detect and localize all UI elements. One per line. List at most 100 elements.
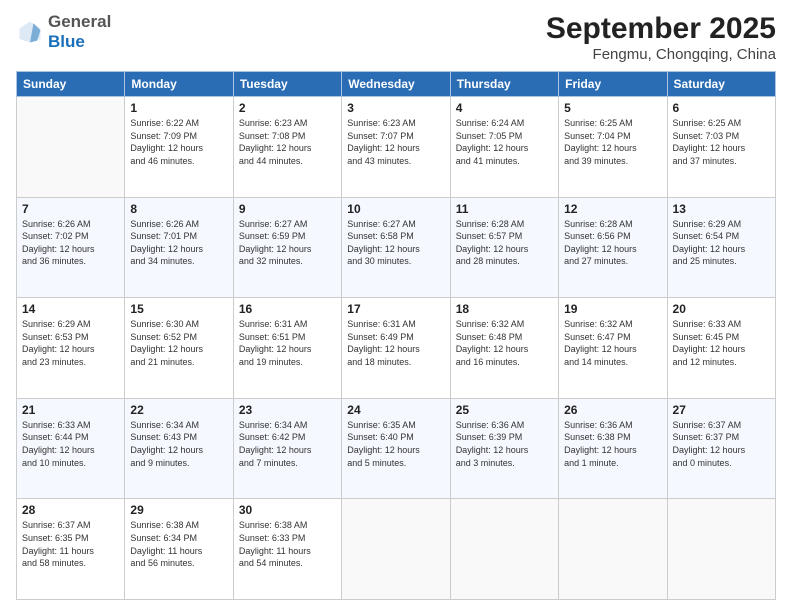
day-number: 20 (673, 302, 770, 316)
calendar-cell: 30 Sunrise: 6:38 AM Sunset: 6:33 PM Dayli… (233, 499, 341, 600)
col-friday: Friday (559, 72, 667, 97)
calendar-cell: 25 Sunrise: 6:36 AM Sunset: 6:39 PM Dayli… (450, 398, 558, 499)
day-number: 11 (456, 202, 553, 216)
day-number: 5 (564, 101, 661, 115)
day-number: 8 (130, 202, 227, 216)
calendar-cell: 13Sunrise: 6:29 AM Sunset: 6:54 PM Dayli… (667, 197, 775, 298)
week-row-3: 14 Sunrise: 6:29 AM Sunset: 6:53 PM Dayli… (17, 298, 776, 399)
day-number: 19 (564, 302, 661, 316)
calendar-cell: 5 Sunrise: 6:25 AM Sunset: 7:04 PM Daylig… (559, 97, 667, 198)
day-info: Sunrise: 6:36 AM Sunset: 6:38 PM Dayligh… (564, 419, 661, 469)
day-number: 3 (347, 101, 444, 115)
day-number: 25 (456, 403, 553, 417)
calendar-cell: 24 Sunrise: 6:35 AM Sunset: 6:40 PM Dayli… (342, 398, 450, 499)
calendar-cell: 28 Sunrise: 6:37 AM Sunset: 6:35 PM Dayli… (17, 499, 125, 600)
day-info: Sunrise: 6:32 AM Sunset: 6:48 PM Dayligh… (456, 318, 553, 368)
day-number: 30 (239, 503, 336, 517)
calendar-cell: 1Sunrise: 6:22 AM Sunset: 7:09 PM Daylig… (125, 97, 233, 198)
logo-icon (16, 18, 44, 46)
day-info: Sunrise: 6:38 AM Sunset: 6:33 PM Dayligh… (239, 519, 336, 569)
calendar-cell: 15 Sunrise: 6:30 AM Sunset: 6:52 PM Dayli… (125, 298, 233, 399)
calendar-table: Sunday Monday Tuesday Wednesday Thursday… (16, 71, 776, 600)
calendar-cell: 19Sunrise: 6:32 AM Sunset: 6:47 PM Dayli… (559, 298, 667, 399)
header-row: Sunday Monday Tuesday Wednesday Thursday… (17, 72, 776, 97)
day-number: 15 (130, 302, 227, 316)
day-number: 2 (239, 101, 336, 115)
calendar-cell: 2 Sunrise: 6:23 AM Sunset: 7:08 PM Daylig… (233, 97, 341, 198)
calendar-cell: 26Sunrise: 6:36 AM Sunset: 6:38 PM Dayli… (559, 398, 667, 499)
calendar-cell: 14 Sunrise: 6:29 AM Sunset: 6:53 PM Dayli… (17, 298, 125, 399)
calendar-cell: 9Sunrise: 6:27 AM Sunset: 6:59 PM Daylig… (233, 197, 341, 298)
day-info: Sunrise: 6:29 AM Sunset: 6:53 PM Dayligh… (22, 318, 119, 368)
day-info: Sunrise: 6:28 AM Sunset: 6:57 PM Dayligh… (456, 218, 553, 268)
day-info: Sunrise: 6:37 AM Sunset: 6:37 PM Dayligh… (673, 419, 770, 469)
calendar-cell (17, 97, 125, 198)
day-info: Sunrise: 6:25 AM Sunset: 7:03 PM Dayligh… (673, 117, 770, 167)
day-info: Sunrise: 6:23 AM Sunset: 7:07 PM Dayligh… (347, 117, 444, 167)
day-number: 9 (239, 202, 336, 216)
location: Fengmu, Chongqing, China (546, 46, 776, 63)
day-info: Sunrise: 6:28 AM Sunset: 6:56 PM Dayligh… (564, 218, 661, 268)
col-wednesday: Wednesday (342, 72, 450, 97)
day-number: 14 (22, 302, 119, 316)
calendar-cell (559, 499, 667, 600)
day-number: 7 (22, 202, 119, 216)
day-number: 27 (673, 403, 770, 417)
calendar-page: General Blue September 2025 Fengmu, Chon… (0, 0, 792, 612)
day-number: 29 (130, 503, 227, 517)
day-info: Sunrise: 6:34 AM Sunset: 6:42 PM Dayligh… (239, 419, 336, 469)
day-info: Sunrise: 6:37 AM Sunset: 6:35 PM Dayligh… (22, 519, 119, 569)
day-number: 4 (456, 101, 553, 115)
calendar-cell: 27 Sunrise: 6:37 AM Sunset: 6:37 PM Dayli… (667, 398, 775, 499)
day-number: 24 (347, 403, 444, 417)
col-sunday: Sunday (17, 72, 125, 97)
col-saturday: Saturday (667, 72, 775, 97)
month-title: September 2025 (546, 12, 776, 46)
day-info: Sunrise: 6:35 AM Sunset: 6:40 PM Dayligh… (347, 419, 444, 469)
calendar-cell: 29 Sunrise: 6:38 AM Sunset: 6:34 PM Dayli… (125, 499, 233, 600)
day-info: Sunrise: 6:34 AM Sunset: 6:43 PM Dayligh… (130, 419, 227, 469)
day-info: Sunrise: 6:30 AM Sunset: 6:52 PM Dayligh… (130, 318, 227, 368)
day-number: 21 (22, 403, 119, 417)
logo-blue: Blue (48, 32, 85, 51)
calendar-cell: 18Sunrise: 6:32 AM Sunset: 6:48 PM Dayli… (450, 298, 558, 399)
day-number: 23 (239, 403, 336, 417)
calendar-cell (342, 499, 450, 600)
calendar-cell: 4 Sunrise: 6:24 AM Sunset: 7:05 PM Daylig… (450, 97, 558, 198)
week-row-5: 28 Sunrise: 6:37 AM Sunset: 6:35 PM Dayli… (17, 499, 776, 600)
day-number: 17 (347, 302, 444, 316)
calendar-cell (450, 499, 558, 600)
col-monday: Monday (125, 72, 233, 97)
day-number: 16 (239, 302, 336, 316)
day-info: Sunrise: 6:22 AM Sunset: 7:09 PM Dayligh… (130, 117, 227, 167)
day-number: 12 (564, 202, 661, 216)
day-number: 22 (130, 403, 227, 417)
day-info: Sunrise: 6:26 AM Sunset: 7:02 PM Dayligh… (22, 218, 119, 268)
header: General Blue September 2025 Fengmu, Chon… (16, 12, 776, 63)
col-thursday: Thursday (450, 72, 558, 97)
calendar-cell: 20 Sunrise: 6:33 AM Sunset: 6:45 PM Dayli… (667, 298, 775, 399)
calendar-cell: 23 Sunrise: 6:34 AM Sunset: 6:42 PM Dayli… (233, 398, 341, 499)
calendar-cell: 12 Sunrise: 6:28 AM Sunset: 6:56 PM Dayli… (559, 197, 667, 298)
logo: General Blue (16, 12, 111, 51)
week-row-2: 7 Sunrise: 6:26 AM Sunset: 7:02 PM Daylig… (17, 197, 776, 298)
day-number: 28 (22, 503, 119, 517)
day-info: Sunrise: 6:27 AM Sunset: 6:58 PM Dayligh… (347, 218, 444, 268)
day-info: Sunrise: 6:33 AM Sunset: 6:45 PM Dayligh… (673, 318, 770, 368)
day-info: Sunrise: 6:24 AM Sunset: 7:05 PM Dayligh… (456, 117, 553, 167)
day-info: Sunrise: 6:26 AM Sunset: 7:01 PM Dayligh… (130, 218, 227, 268)
logo-general: General (48, 12, 111, 31)
calendar-cell: 10Sunrise: 6:27 AM Sunset: 6:58 PM Dayli… (342, 197, 450, 298)
day-info: Sunrise: 6:25 AM Sunset: 7:04 PM Dayligh… (564, 117, 661, 167)
col-tuesday: Tuesday (233, 72, 341, 97)
day-info: Sunrise: 6:38 AM Sunset: 6:34 PM Dayligh… (130, 519, 227, 569)
calendar-cell: 8 Sunrise: 6:26 AM Sunset: 7:01 PM Daylig… (125, 197, 233, 298)
week-row-1: 1Sunrise: 6:22 AM Sunset: 7:09 PM Daylig… (17, 97, 776, 198)
calendar-cell: 16Sunrise: 6:31 AM Sunset: 6:51 PM Dayli… (233, 298, 341, 399)
day-info: Sunrise: 6:36 AM Sunset: 6:39 PM Dayligh… (456, 419, 553, 469)
day-info: Sunrise: 6:31 AM Sunset: 6:49 PM Dayligh… (347, 318, 444, 368)
logo-text: General Blue (48, 12, 111, 51)
calendar-cell (667, 499, 775, 600)
calendar-cell: 21Sunrise: 6:33 AM Sunset: 6:44 PM Dayli… (17, 398, 125, 499)
day-info: Sunrise: 6:23 AM Sunset: 7:08 PM Dayligh… (239, 117, 336, 167)
